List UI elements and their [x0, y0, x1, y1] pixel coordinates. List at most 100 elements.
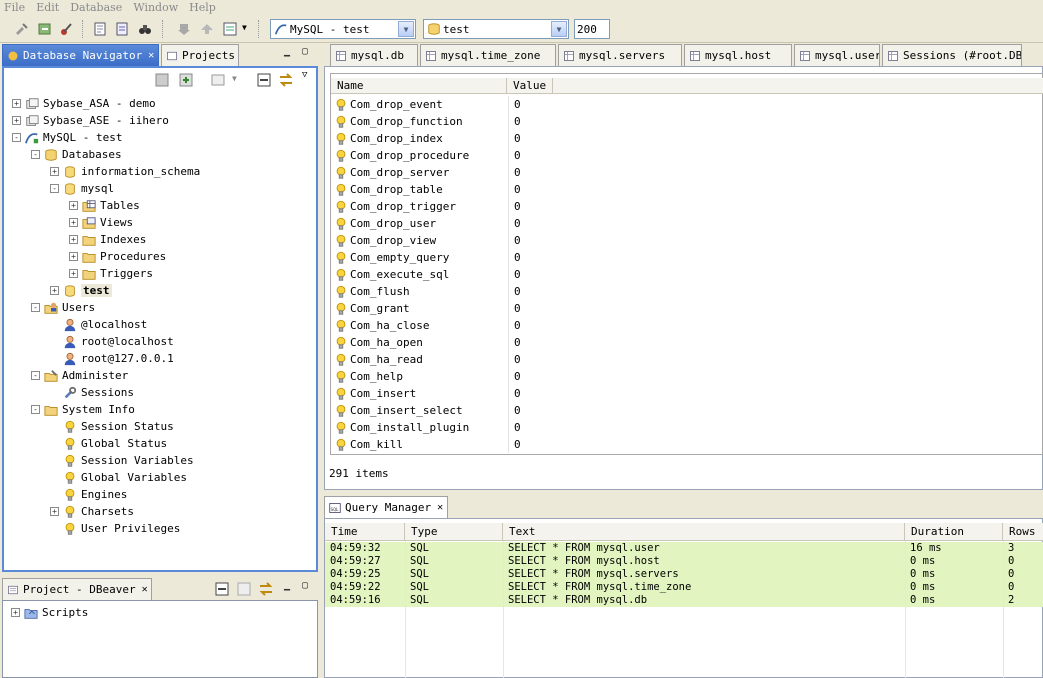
table-row[interactable]: Com_drop_user 0	[334, 215, 521, 232]
add-connection-icon[interactable]	[178, 72, 194, 88]
column-header-time[interactable]: Time	[325, 523, 405, 540]
link-with-editor-icon[interactable]	[258, 581, 274, 597]
table-row[interactable]: Com_flush 0	[334, 283, 521, 300]
connection-selector[interactable]: MySQL - test ▼	[270, 19, 416, 39]
tree-node-databases[interactable]: - Databases	[31, 146, 122, 163]
rollback-icon[interactable]	[199, 21, 215, 37]
collapse-icon[interactable]	[214, 581, 230, 597]
column-header-text[interactable]: Text	[503, 523, 905, 540]
collapse-icon[interactable]: -	[31, 371, 40, 380]
column-header-value[interactable]: Value	[507, 78, 553, 93]
maximize-icon[interactable]: ▢	[302, 46, 308, 57]
tree-node-global-status[interactable]: Global Status	[50, 435, 167, 452]
editor-tab[interactable]: Sessions (#root.DBe	[882, 44, 1022, 66]
tab-projects[interactable]: Projects	[161, 44, 239, 66]
dropdown-arrow-icon[interactable]: ▼	[242, 23, 247, 32]
table-row[interactable]: 04:59:22 SQL SELECT * FROM mysql.time_zone…	[325, 581, 1043, 594]
dropdown-arrow-icon[interactable]: ▼	[232, 74, 237, 83]
column-header-rows[interactable]: Rows	[1003, 523, 1043, 540]
tree-node-tables[interactable]: + Tables	[69, 197, 140, 214]
table-row[interactable]: 04:59:27 SQL SELECT * FROM mysql.host 0 ms 0	[325, 555, 1043, 568]
tree-node-global-variables[interactable]: Global Variables	[50, 469, 187, 486]
tree-node-localhost[interactable]: @localhost	[50, 316, 147, 333]
table-row[interactable]: Com_grant 0	[334, 300, 521, 317]
collapse-all-icon[interactable]	[154, 72, 170, 88]
editor-tab[interactable]: mysql.db	[330, 44, 418, 66]
editor-tab[interactable]: mysql.host	[684, 44, 792, 66]
chevron-down-icon[interactable]: ▼	[551, 21, 567, 37]
table-row[interactable]: Com_drop_view 0	[334, 232, 521, 249]
table-row[interactable]: Com_kill 0	[334, 436, 521, 453]
column-header-duration[interactable]: Duration	[905, 523, 1003, 540]
editor-tab[interactable]: mysql.user	[794, 44, 880, 66]
new-connection-icon[interactable]	[59, 21, 75, 37]
tree-node-session-variables[interactable]: Session Variables	[50, 452, 194, 469]
open-script-icon[interactable]	[114, 21, 130, 37]
expand-icon[interactable]: +	[69, 218, 78, 227]
expand-icon[interactable]: +	[69, 269, 78, 278]
table-row[interactable]: Com_empty_query 0	[334, 249, 521, 266]
expand-icon[interactable]: +	[50, 507, 59, 516]
table-row[interactable]: Com_ha_open 0	[334, 334, 521, 351]
minimize-icon[interactable]: ▁	[284, 580, 290, 591]
editor-tab[interactable]: mysql.time_zone	[420, 44, 556, 66]
table-row[interactable]: Com_install_plugin 0	[334, 419, 521, 436]
tree-node-views[interactable]: + Views	[69, 214, 133, 231]
close-icon[interactable]: ✕	[437, 502, 443, 513]
tree-node-scripts[interactable]: + Scripts	[11, 604, 88, 621]
expand-icon[interactable]: +	[69, 201, 78, 210]
expand-icon[interactable]: +	[50, 286, 59, 295]
tree-node-information-schema[interactable]: + information_schema	[50, 163, 200, 180]
tab-query-manager[interactable]: SQL Query Manager ✕	[324, 496, 448, 518]
table-row[interactable]: Com_drop_server 0	[334, 164, 521, 181]
sql-editor-icon[interactable]	[92, 21, 108, 37]
tree-node-users[interactable]: - Users	[31, 299, 95, 316]
link-with-editor-icon[interactable]	[278, 72, 294, 88]
menu-window[interactable]: Window	[133, 1, 178, 14]
column-header-name[interactable]: Name	[331, 78, 507, 93]
disconnect-icon[interactable]	[14, 21, 30, 37]
collapse-icon[interactable]: -	[31, 150, 40, 159]
table-row[interactable]: Com_ha_read 0	[334, 351, 521, 368]
menu-database[interactable]: Database	[70, 1, 122, 14]
tree-node-session-status[interactable]: Session Status	[50, 418, 174, 435]
tree-node-test[interactable]: + test	[50, 282, 112, 299]
reconnect-icon[interactable]	[37, 21, 53, 37]
tree-node-root-127-0-0-1[interactable]: root@127.0.0.1	[50, 350, 174, 367]
table-row[interactable]: Com_insert_select 0	[334, 402, 521, 419]
menu-file[interactable]: File	[4, 1, 25, 14]
tree-node-mysql[interactable]: - mysql	[50, 180, 114, 197]
table-row[interactable]: Com_help 0	[334, 368, 521, 385]
table-row[interactable]: Com_execute_sql 0	[334, 266, 521, 283]
table-row[interactable]: 04:59:25 SQL SELECT * FROM mysql.servers 0 …	[325, 568, 1043, 581]
table-row[interactable]: Com_insert 0	[334, 385, 521, 402]
tree-node-sybase-asa-demo[interactable]: + Sybase_ASA - demo	[12, 95, 156, 112]
editor-tab[interactable]: mysql.servers	[558, 44, 682, 66]
table-row[interactable]: Com_ha_close 0	[334, 317, 521, 334]
table-row[interactable]: Com_drop_index 0	[334, 130, 521, 147]
tab-database-navigator[interactable]: Database Navigator ✕	[2, 44, 159, 66]
view-menu-icon[interactable]: ▽	[302, 70, 307, 80]
table-row[interactable]: Com_drop_procedure 0	[334, 147, 521, 164]
commit-icon[interactable]	[176, 21, 192, 37]
table-row[interactable]: Com_drop_table 0	[334, 181, 521, 198]
table-row[interactable]: Com_drop_function 0	[334, 113, 521, 130]
binoculars-icon[interactable]	[137, 21, 153, 37]
menu-edit[interactable]: Edit	[36, 1, 59, 14]
tree-node-engines[interactable]: Engines	[50, 486, 127, 503]
close-icon[interactable]: ✕	[142, 584, 148, 595]
table-row[interactable]: Com_drop_event 0	[334, 96, 521, 113]
expand-icon[interactable]: +	[69, 235, 78, 244]
menu-help[interactable]: Help	[189, 1, 216, 14]
collapse-icon[interactable]	[256, 72, 272, 88]
database-selector[interactable]: test ▼	[423, 19, 569, 39]
collapse-icon[interactable]: -	[31, 303, 40, 312]
minimize-icon[interactable]: ▁	[284, 46, 290, 57]
tree-node-charsets[interactable]: + Charsets	[50, 503, 134, 520]
expand-icon[interactable]: +	[12, 99, 21, 108]
tree-node-procedures[interactable]: + Procedures	[69, 248, 166, 265]
transaction-mode-icon[interactable]	[222, 21, 238, 37]
tree-node-user-privileges[interactable]: User Privileges	[50, 520, 180, 537]
collapse-icon[interactable]: -	[12, 133, 21, 142]
chevron-down-icon[interactable]: ▼	[398, 21, 414, 37]
